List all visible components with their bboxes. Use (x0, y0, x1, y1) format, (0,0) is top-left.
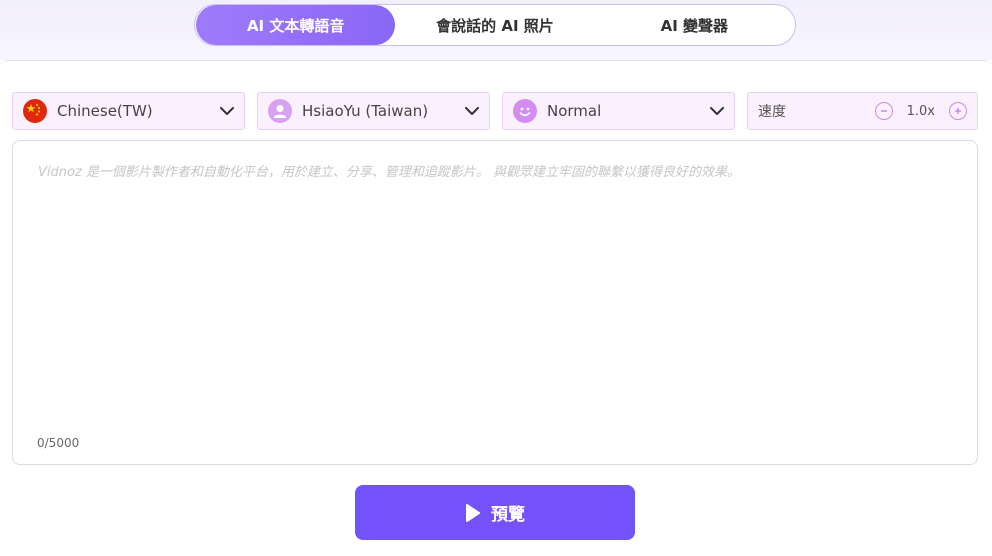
avatar-icon (268, 99, 292, 123)
play-icon (465, 503, 481, 523)
speed-value: 1.0x (906, 103, 935, 119)
chevron-down-icon (220, 104, 234, 118)
china-flag-icon (23, 99, 47, 123)
tab-voice-changer[interactable]: AI 變聲器 (595, 5, 794, 45)
emotion-label: Normal (547, 102, 602, 120)
voice-select[interactable]: HsiaoYu (Taiwan) (257, 92, 490, 130)
speed-increase-button[interactable] (949, 102, 967, 120)
script-placeholder: Vidnoz 是一個影片製作者和自動化平台，用於建立、分享、管理和追蹤影片。 與… (38, 165, 741, 180)
character-counter: 0/5000 (37, 436, 80, 450)
preview-button[interactable]: 預覽 (355, 485, 635, 540)
speed-label: 速度 (758, 104, 786, 120)
mode-tabs: AI 文本轉語音 會說話的 AI 照片 AI 變聲器 (194, 4, 796, 46)
tab-talking-photo[interactable]: 會說話的 AI 照片 (395, 5, 594, 45)
tab-text-to-speech[interactable]: AI 文本轉語音 (196, 5, 396, 45)
voice-label: HsiaoYu (Taiwan) (302, 102, 429, 120)
tts-panel: Chinese(TW) HsiaoYu (Taiwan) Normal 速度 1… (0, 60, 992, 556)
speed-decrease-button[interactable] (874, 102, 893, 120)
speed-control: 速度 1.0x (747, 92, 978, 130)
script-textarea[interactable]: Vidnoz 是一個影片製作者和自動化平台，用於建立、分享、管理和追蹤影片。 與… (12, 140, 978, 465)
emotion-select[interactable]: Normal (502, 92, 735, 130)
chevron-down-icon (710, 104, 724, 118)
language-label: Chinese(TW) (57, 102, 153, 120)
smile-icon (513, 99, 537, 123)
chevron-down-icon (465, 104, 479, 118)
preview-label: 預覽 (491, 505, 525, 525)
language-select[interactable]: Chinese(TW) (12, 92, 245, 130)
